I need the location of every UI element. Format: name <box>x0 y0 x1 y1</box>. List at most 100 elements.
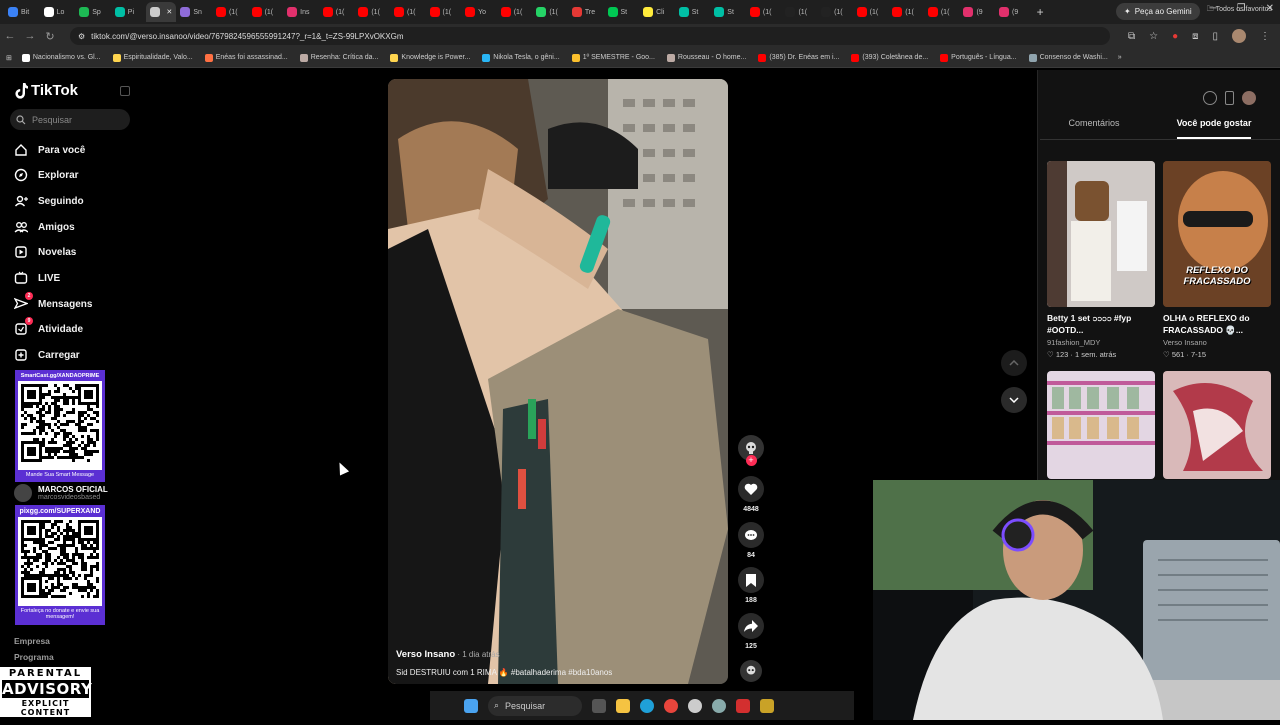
menu-icon[interactable]: ⋮ <box>1260 31 1270 42</box>
browser-tab[interactable]: (1( <box>817 2 853 22</box>
search-input[interactable] <box>32 114 122 125</box>
save-button[interactable]: 188 <box>737 567 765 604</box>
browser-tab[interactable]: ✕ <box>146 2 177 22</box>
apps-icon[interactable]: ⊞ <box>6 54 12 62</box>
chrome-icon[interactable] <box>664 698 678 713</box>
browser-tab[interactable]: (1( <box>781 2 817 22</box>
browser-tab[interactable]: (1( <box>354 2 390 22</box>
site-info-icon[interactable]: ⚙ <box>78 32 85 41</box>
recommendation-card[interactable]: OLHA o REFLEXO do FRACASSADO 💀... Verso … <box>1163 312 1271 359</box>
bookmark-item[interactable]: (393) Coletânea de... <box>851 53 928 62</box>
bookmark-item[interactable]: Nikola Tesla, o gêni... <box>482 53 560 62</box>
video-caption[interactable]: Sid DESTRUIU com 1 RIMA 🔥 #batalhaderima… <box>396 668 726 677</box>
install-icon[interactable]: ⧉ <box>1128 31 1135 42</box>
taskbar-search[interactable]: ⌕ Pesquisar <box>488 695 582 716</box>
close-tab-icon[interactable]: ✕ <box>166 8 172 16</box>
sidebar-item-live[interactable]: LIVE <box>14 268 134 288</box>
edge-icon[interactable] <box>640 698 654 713</box>
previous-video-button[interactable] <box>1001 350 1027 376</box>
footer-link-programa[interactable]: Programa <box>14 649 54 665</box>
like-button[interactable]: 4848 <box>737 476 765 513</box>
share-button[interactable]: 125 <box>737 613 765 650</box>
browser-tab[interactable]: Ins <box>283 2 319 22</box>
profile-avatar[interactable] <box>1232 29 1246 43</box>
browser-tab[interactable]: St <box>604 2 640 22</box>
sidebar-item-carregar[interactable]: Carregar <box>14 345 134 365</box>
next-video-button[interactable] <box>1001 387 1027 413</box>
browser-tab[interactable]: Cli <box>639 2 675 22</box>
back-icon[interactable]: ← <box>0 30 20 42</box>
browser-tab[interactable]: Lo <box>40 2 76 22</box>
bookmark-item[interactable]: Nacionalismo vs. Gl... <box>21 53 101 62</box>
sidebar-item-seguindo[interactable]: Seguindo <box>14 191 134 211</box>
bookmark-item[interactable]: Espiritualidade, Valo... <box>112 53 193 62</box>
browser-tab[interactable]: Tre <box>568 2 604 22</box>
browser-tab[interactable]: (1( <box>746 2 782 22</box>
browser-tab[interactable]: Yo <box>461 2 497 22</box>
recommendation-thumbnail[interactable]: REFLEXO DO FRACASSADO <box>1163 161 1271 307</box>
sidepanel-icon[interactable]: ▯ <box>1212 31 1218 42</box>
browser-tab[interactable]: (1( <box>853 2 889 22</box>
browser-tab[interactable]: St <box>710 2 746 22</box>
bookmark-item[interactable]: Consenso de Washi... <box>1028 53 1108 62</box>
gemini-button[interactable]: ✦ Peça ao Gemini <box>1116 3 1200 20</box>
collapse-sidebar-icon[interactable] <box>120 86 130 96</box>
browser-tab[interactable]: Pi <box>111 2 147 22</box>
browser-tab[interactable]: (1( <box>319 2 355 22</box>
recommendation-thumbnail[interactable] <box>1047 161 1155 307</box>
file-explorer-icon[interactable] <box>616 698 630 713</box>
following-user-row[interactable]: MARCOS OFICIAL marcosvideosbased <box>14 484 108 502</box>
sidebar-item-mensagens[interactable]: 2 Mensagens <box>13 292 134 314</box>
browser-tab[interactable]: (1( <box>212 2 248 22</box>
app-gold-icon[interactable] <box>760 698 774 713</box>
browser-tab[interactable]: (1( <box>426 2 462 22</box>
sidebar-item-paravoc[interactable]: Para você <box>14 140 134 160</box>
browser-tab[interactable]: Sp <box>75 2 111 22</box>
search-box[interactable] <box>10 109 130 130</box>
bookmark-item[interactable]: Português - Língua... <box>940 53 1017 62</box>
app-red-icon[interactable] <box>736 698 750 713</box>
recommendation-thumbnail[interactable] <box>1047 371 1155 479</box>
puzzle-icon[interactable]: ⧈ <box>1192 31 1198 42</box>
reload-icon[interactable]: ↻ <box>40 30 60 43</box>
bookmark-item[interactable]: Rousseau - O home... <box>666 53 746 62</box>
obs-icon[interactable] <box>688 698 702 713</box>
url-field[interactable]: ⚙ tiktok.com/@verso.insanoo/video/767982… <box>70 27 1110 45</box>
new-tab-button[interactable]: + <box>1037 5 1044 19</box>
phone-icon[interactable] <box>1225 91 1234 105</box>
sidebar-item-explorar[interactable]: Explorar <box>14 165 134 185</box>
video-player[interactable] <box>388 79 728 684</box>
browser-tab[interactable]: St <box>675 2 711 22</box>
creator-avatar-button[interactable]: + <box>737 435 765 466</box>
sidebar-item-atividade[interactable]: 9 Atividade <box>14 317 134 339</box>
browser-tab[interactable]: (1( <box>248 2 284 22</box>
browser-tab[interactable]: Bit <box>4 2 40 22</box>
follow-plus-icon[interactable]: + <box>745 455 757 466</box>
windows-start-icon[interactable] <box>464 698 478 713</box>
forward-icon[interactable]: → <box>20 30 40 42</box>
tab-comments[interactable]: Comentários <box>1069 118 1120 139</box>
bookmark-item[interactable]: Knowledge is Power... <box>390 53 470 62</box>
all-favorites[interactable]: 🗀 Todos os favoritos <box>1207 5 1272 16</box>
comment-button[interactable]: 84 <box>737 522 765 559</box>
bookmark-item[interactable]: 1º SEMESTRE - Goo... <box>571 53 655 62</box>
recommendation-thumbnail[interactable] <box>1163 371 1271 479</box>
browser-tab[interactable]: (1( <box>888 2 924 22</box>
more-bookmarks-icon[interactable]: » <box>1118 54 1122 61</box>
bookmark-item[interactable]: (385) Dr. Enéas em i... <box>758 53 839 62</box>
browser-tab[interactable]: (9 <box>959 2 995 22</box>
sidebar-item-amigos[interactable]: Amigos <box>14 217 134 237</box>
task-view-icon[interactable] <box>592 698 606 713</box>
browser-tab[interactable]: (1( <box>532 2 568 22</box>
browser-tab[interactable]: (1( <box>497 2 533 22</box>
star-icon[interactable]: ☆ <box>1149 31 1158 42</box>
profile-avatar-icon[interactable] <box>1242 91 1256 105</box>
browser-tab[interactable]: Sn <box>176 2 212 22</box>
sidebar-item-novelas[interactable]: Novelas <box>14 242 134 262</box>
video-author[interactable]: Verso Insano <box>396 649 455 660</box>
compass-icon[interactable] <box>1203 91 1217 105</box>
extension-icon[interactable]: ● <box>1172 31 1178 42</box>
tab-you-may-like[interactable]: Você pode gostar <box>1176 118 1252 139</box>
settings-icon[interactable] <box>712 698 726 713</box>
footer-link-empresa[interactable]: Empresa <box>14 633 54 649</box>
